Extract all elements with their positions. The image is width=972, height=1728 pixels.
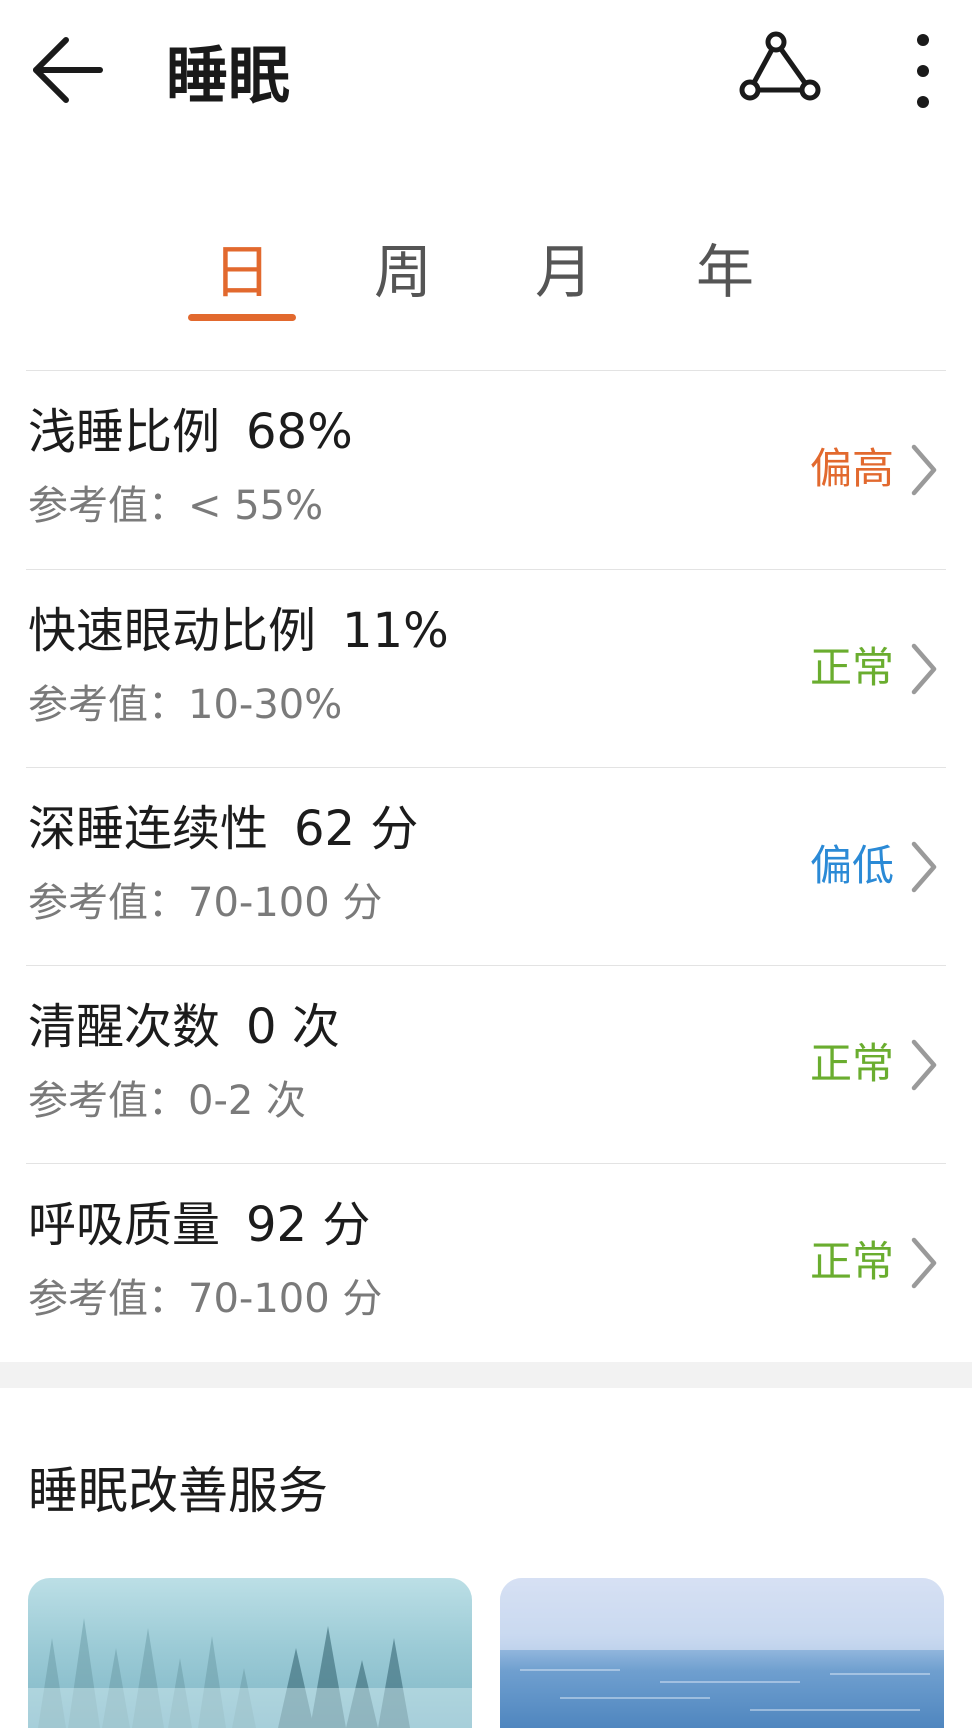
- metric-reference: 参考值：10-30%: [28, 682, 343, 728]
- tab-month[interactable]: 月: [504, 230, 624, 314]
- metric-row-light-sleep[interactable]: 浅睡比例 68% 参考值：< 55% 偏高: [0, 371, 972, 568]
- tab-day[interactable]: 日: [182, 230, 302, 314]
- tab-week[interactable]: 周: [343, 230, 463, 314]
- metric-reference: 参考值：70-100 分: [28, 880, 383, 926]
- active-tab-indicator: [188, 314, 296, 321]
- metric-title: 呼吸质量 92 分: [28, 1194, 370, 1256]
- metric-row-deep-sleep-continuity[interactable]: 深睡连续性 62 分 参考值：70-100 分 偏低: [0, 768, 972, 965]
- metric-value: 62 分: [294, 801, 419, 857]
- chevron-right-icon: [911, 643, 937, 695]
- metric-title: 浅睡比例 68%: [28, 401, 353, 463]
- chevron-right-icon: [911, 841, 937, 893]
- period-tabs: 日 周 月 年: [0, 210, 972, 330]
- chevron-right-icon: [911, 444, 937, 496]
- metric-value: 68%: [246, 404, 353, 460]
- metric-name: 快速眼动比例: [28, 603, 317, 659]
- service-card-sea[interactable]: [500, 1578, 944, 1728]
- metric-name: 浅睡比例: [28, 404, 221, 460]
- arrow-left-icon: [33, 37, 103, 103]
- chevron-right-icon: [911, 1039, 937, 1091]
- chevron-right-icon: [911, 1237, 937, 1289]
- metric-name: 清醒次数: [28, 999, 221, 1055]
- metric-name: 呼吸质量: [28, 1197, 221, 1253]
- metric-reference: 参考值：0-2 次: [28, 1078, 307, 1124]
- status-badge: 正常: [809, 1237, 894, 1286]
- metric-value: 0 次: [246, 999, 340, 1055]
- metric-name: 深睡连续性: [28, 801, 269, 857]
- misty-forest-image: [28, 1618, 472, 1728]
- share-button[interactable]: [736, 30, 822, 110]
- metric-row-rem[interactable]: 快速眼动比例 11% 参考值：10-30% 正常: [0, 570, 972, 767]
- metric-row-breathing-quality[interactable]: 呼吸质量 92 分 参考值：70-100 分 正常: [0, 1164, 972, 1361]
- back-button[interactable]: [28, 30, 108, 110]
- sea-horizon-image: [500, 1578, 944, 1711]
- metric-reference: 参考值：70-100 分: [28, 1276, 383, 1322]
- metric-title: 快速眼动比例 11%: [28, 600, 449, 662]
- service-card-forest[interactable]: [28, 1578, 472, 1728]
- metric-title: 清醒次数 0 次: [28, 996, 340, 1058]
- more-options-button[interactable]: [888, 26, 958, 116]
- tab-year[interactable]: 年: [665, 230, 785, 314]
- status-badge: 偏高: [809, 444, 894, 493]
- metric-reference: 参考值：< 55%: [28, 483, 324, 529]
- status-badge: 正常: [809, 1039, 894, 1088]
- metric-value: 92 分: [246, 1197, 371, 1253]
- app-header: 睡眠: [0, 0, 972, 150]
- section-title: 睡眠改善服务: [28, 1462, 328, 1520]
- status-badge: 正常: [809, 643, 894, 692]
- status-badge: 偏低: [809, 841, 894, 890]
- metric-value: 11%: [342, 603, 449, 659]
- more-vertical-icon: [917, 34, 929, 108]
- section-separator: [0, 1362, 972, 1388]
- page-title: 睡眠: [166, 39, 291, 112]
- metric-title: 深睡连续性 62 分: [28, 798, 418, 860]
- share-icon: [739, 31, 821, 101]
- metric-row-awake-count[interactable]: 清醒次数 0 次 参考值：0-2 次 正常: [0, 966, 972, 1163]
